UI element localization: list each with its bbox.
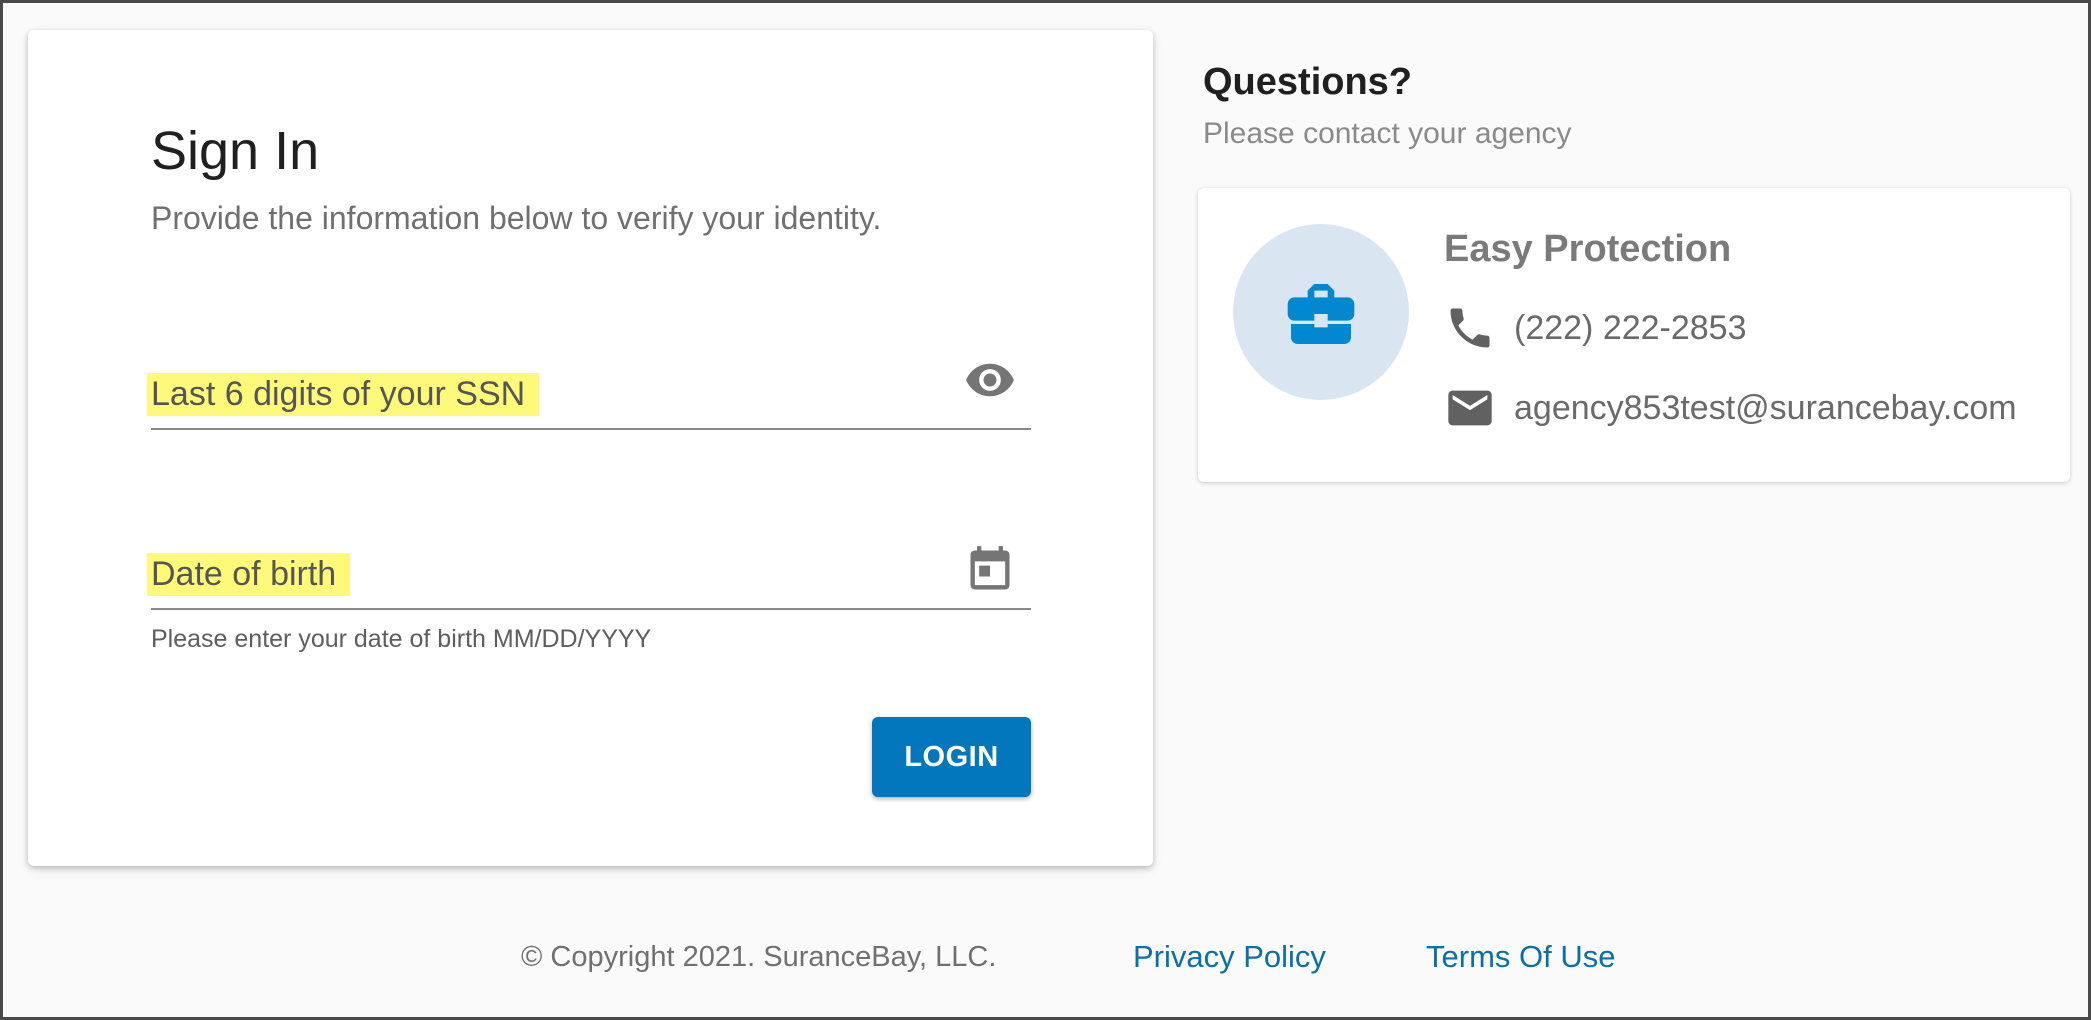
- ssn-field-label: Last 6 digits of your SSN: [147, 373, 540, 416]
- privacy-policy-link[interactable]: Privacy Policy: [1133, 939, 1326, 975]
- login-button[interactable]: LOGIN: [872, 717, 1031, 797]
- dob-field[interactable]: Date of birth: [147, 515, 1031, 610]
- dob-helper-text: Please enter your date of birth MM/DD/YY…: [151, 625, 652, 653]
- footer-copyright: © Copyright 2021. SuranceBay, LLC.: [521, 941, 997, 973]
- page-frame: Sign In Provide the information below to…: [0, 0, 2091, 1020]
- agency-avatar: [1233, 224, 1409, 400]
- questions-title: Questions?: [1203, 61, 1413, 103]
- agency-email[interactable]: agency853test@surancebay.com: [1514, 389, 2017, 428]
- agency-card: Easy Protection (222) 222-2853 agency853…: [1198, 188, 2070, 482]
- dob-field-label: Date of birth: [147, 553, 351, 596]
- agency-email-row: agency853test@surancebay.com: [1444, 380, 2017, 436]
- signin-title: Sign In: [151, 121, 320, 181]
- agency-name: Easy Protection: [1444, 228, 1732, 270]
- ssn-field[interactable]: Last 6 digits of your SSN: [147, 335, 1031, 430]
- terms-of-use-link[interactable]: Terms Of Use: [1426, 939, 1615, 975]
- phone-icon: [1450, 308, 1490, 348]
- questions-subtitle: Please contact your agency: [1203, 117, 1572, 150]
- calendar-icon[interactable]: [964, 544, 1016, 596]
- briefcase-icon: [1287, 284, 1355, 344]
- agency-phone[interactable]: (222) 222-2853: [1514, 309, 1747, 348]
- eye-icon[interactable]: [964, 354, 1016, 406]
- agency-phone-row: (222) 222-2853: [1444, 300, 1747, 356]
- signin-subtitle: Provide the information below to verify …: [151, 200, 882, 236]
- mail-icon: [1448, 390, 1492, 426]
- signin-card: Sign In Provide the information below to…: [28, 30, 1153, 866]
